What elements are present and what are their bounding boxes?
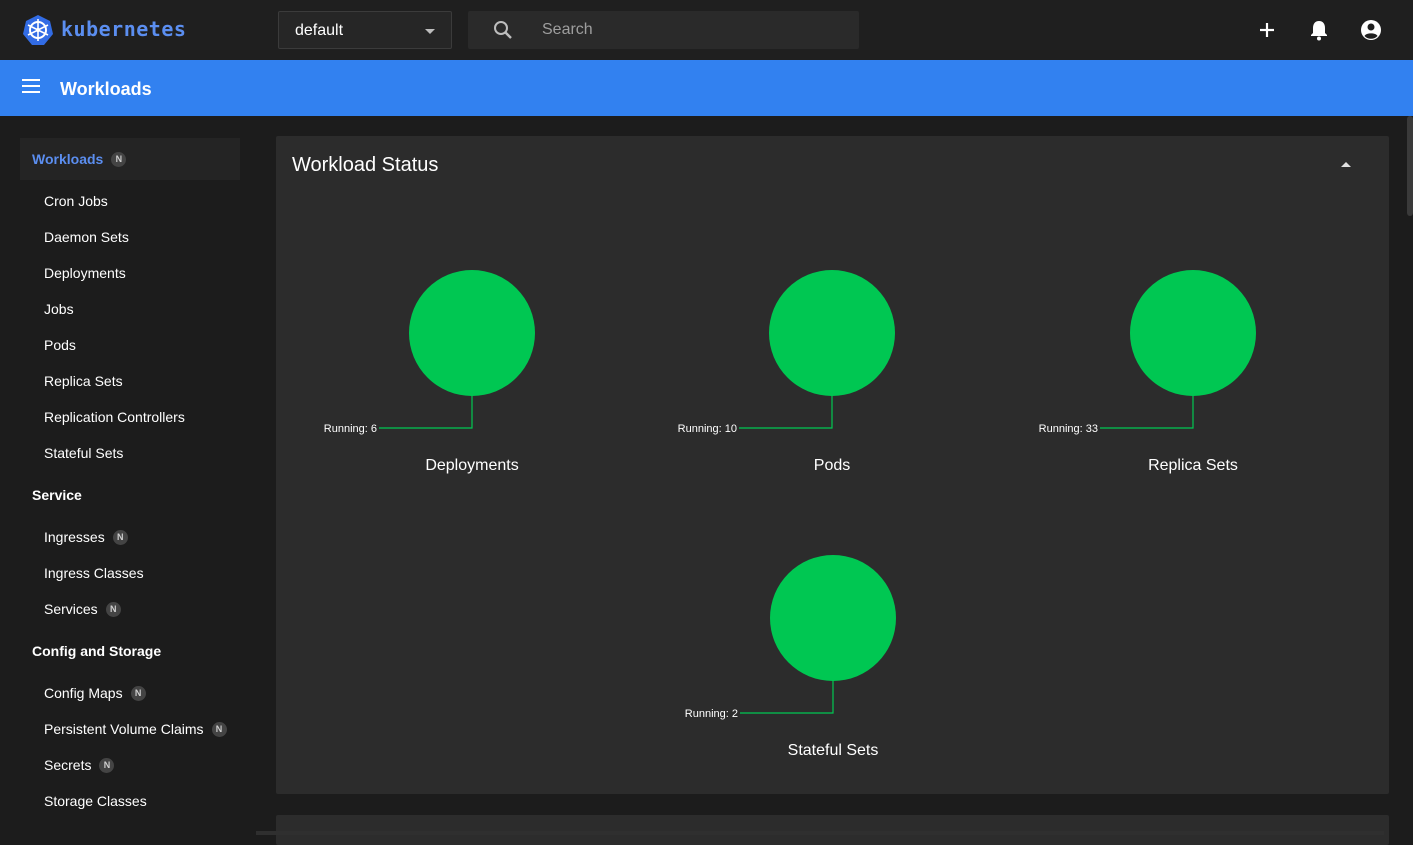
sidebar-item-cron-jobs[interactable]: Cron Jobs <box>44 193 108 209</box>
chevron-down-icon <box>425 29 435 34</box>
namespaced-badge: N <box>105 601 121 617</box>
pie-slice-running[interactable] <box>409 270 535 396</box>
pie-data-label: Running: 33 <box>1039 423 1098 435</box>
plus-icon[interactable] <box>1255 18 1279 42</box>
horizontal-scrollbar[interactable] <box>256 831 1384 835</box>
pie-label-leader-line <box>379 396 473 429</box>
sidebar-item-persistent-volume-claims[interactable]: Persistent Volume Claims N <box>44 721 227 737</box>
namespaced-badge: N <box>130 685 146 701</box>
sidebar-item-stateful-sets[interactable]: Stateful Sets <box>44 445 123 461</box>
search-bar[interactable] <box>468 11 859 49</box>
sidebar-item-services[interactable]: Services N <box>44 601 121 617</box>
namespaced-badge: N <box>112 529 128 545</box>
pie-chart-deployments: Running: 6 Deployments <box>324 270 535 474</box>
namespaced-badge: N <box>99 757 115 773</box>
bell-icon[interactable] <box>1307 18 1331 42</box>
namespaced-badge: N <box>211 721 227 737</box>
sidebar-item-replication-controllers[interactable]: Replication Controllers <box>44 409 185 425</box>
app-bar: Workloads <box>0 60 1413 116</box>
top-bar: kubernetes default <box>0 0 1413 60</box>
search-input[interactable] <box>542 11 842 49</box>
sidebar-item-label: Storage Classes <box>44 793 147 809</box>
pie-slice-running[interactable] <box>770 555 896 681</box>
pie-chart-replica-sets: Running: 33 Replica Sets <box>1039 270 1256 474</box>
sidebar-item-label: Ingress Classes <box>44 565 144 581</box>
sidebar-item-label: Pods <box>44 337 76 353</box>
vertical-scrollbar[interactable] <box>1407 116 1413 216</box>
sidebar-group-service[interactable]: Service <box>32 487 82 503</box>
sidebar-item-label: Jobs <box>44 301 74 317</box>
sidebar-item-label: Replication Controllers <box>44 409 185 425</box>
brand-name[interactable]: kubernetes <box>61 17 186 41</box>
pie-slice-running[interactable] <box>1130 270 1256 396</box>
sidebar-item-label: Ingresses <box>44 529 105 545</box>
workload-status-charts: Running: 6DeploymentsRunning: 10PodsRunn… <box>324 270 1256 759</box>
sidebar-item-ingress-classes[interactable]: Ingress Classes <box>44 565 144 581</box>
pie-chart-title: Stateful Sets <box>788 742 879 759</box>
next-card <box>276 815 1389 845</box>
sidebar-item-pods[interactable]: Pods <box>44 337 76 353</box>
sidebar-item-label: Persistent Volume Claims <box>44 721 204 737</box>
sidebar-item-label: Daemon Sets <box>44 229 129 245</box>
pie-data-label: Running: 2 <box>685 708 738 720</box>
pie-data-label: Running: 6 <box>324 423 377 435</box>
pie-slice-running[interactable] <box>769 270 895 396</box>
hamburger-menu-icon[interactable] <box>22 79 42 97</box>
sidebar-item-label: Service <box>32 487 82 503</box>
pie-chart-title: Pods <box>814 457 850 474</box>
sidebar-group-config-and-storage[interactable]: Config and Storage <box>32 643 161 659</box>
kubernetes-logo-icon[interactable] <box>22 14 54 46</box>
pie-chart-title: Deployments <box>425 457 518 474</box>
pie-chart-pods: Running: 10 Pods <box>678 270 895 474</box>
pie-chart-stateful-sets: Running: 2 Stateful Sets <box>685 555 896 759</box>
pie-label-leader-line <box>739 396 833 429</box>
sidebar-group-workloads[interactable]: Workloads N <box>32 151 127 167</box>
sidebar-item-label: Services <box>44 601 98 617</box>
sidebar-item-config-maps[interactable]: Config Maps N <box>44 685 146 701</box>
sidebar-item-replica-sets[interactable]: Replica Sets <box>44 373 123 389</box>
sidebar-item-label: Replica Sets <box>44 373 123 389</box>
search-icon <box>494 21 512 39</box>
sidebar-item-label: Config and Storage <box>32 643 162 659</box>
sidebar-item-label: Deployments <box>44 265 126 281</box>
sidebar-item-label: Workloads <box>32 151 104 167</box>
account-circle-icon[interactable] <box>1359 18 1383 42</box>
sidebar-item-secrets[interactable]: Secrets N <box>44 757 115 773</box>
pie-data-label: Running: 10 <box>678 423 737 435</box>
sidebar-item-label: Cron Jobs <box>44 193 108 209</box>
namespace-select[interactable]: default <box>278 11 452 49</box>
sidebar-item-daemon-sets[interactable]: Daemon Sets <box>44 229 129 245</box>
sidebar-item-label: Config Maps <box>44 685 123 701</box>
sidebar-item-deployments[interactable]: Deployments <box>44 265 126 281</box>
sidebar: Workloads N Cron Jobs Daemon Sets Deploy… <box>0 116 256 835</box>
sidebar-item-label: Stateful Sets <box>44 445 124 461</box>
pie-chart-title: Replica Sets <box>1148 457 1238 474</box>
sidebar-item-ingresses[interactable]: Ingresses N <box>44 529 128 545</box>
namespace-value: default <box>295 22 344 39</box>
sidebar-item-storage-classes[interactable]: Storage Classes <box>44 793 147 809</box>
page-title: Workloads <box>60 79 152 99</box>
pie-label-leader-line <box>1100 396 1194 429</box>
pie-label-leader-line <box>740 681 834 714</box>
sidebar-item-jobs[interactable]: Jobs <box>44 301 74 317</box>
sidebar-item-label: Secrets <box>44 757 92 773</box>
namespaced-badge: N <box>111 151 127 167</box>
